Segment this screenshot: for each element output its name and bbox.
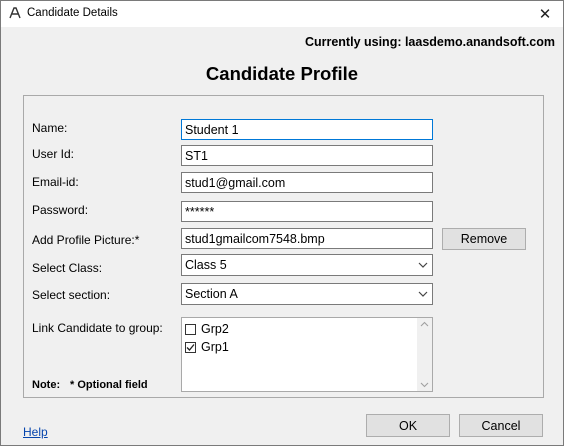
title-bar: Candidate Details ✕ (1, 1, 563, 27)
list-item[interactable]: Grp2 (185, 320, 229, 338)
userid-label: User Id: (32, 147, 75, 161)
checkbox-grp1[interactable] (185, 341, 196, 353)
ok-button[interactable]: OK (366, 414, 450, 437)
name-field[interactable]: Student 1 (181, 119, 433, 140)
help-link[interactable]: Help (23, 425, 48, 439)
class-label: Select Class: (32, 261, 103, 275)
group-label-grp1: Grp1 (201, 340, 229, 354)
class-select[interactable]: Class 5 (181, 254, 433, 276)
chevron-down-icon (416, 257, 430, 273)
password-label: Password: (32, 203, 89, 217)
password-field[interactable]: ****** (181, 201, 433, 222)
app-logo-icon (9, 7, 21, 19)
group-label-grp2: Grp2 (201, 322, 229, 336)
page-title: Candidate Profile (205, 63, 359, 84)
group-list[interactable]: Grp2 Grp1 (181, 317, 433, 392)
section-select-value: Section A (185, 287, 238, 301)
optional-field-note: * Optional field (70, 379, 148, 391)
profile-picture-label: Add Profile Picture:* (32, 233, 140, 247)
note-label: Note: (32, 379, 61, 391)
chevron-down-icon (416, 286, 430, 302)
remove-button[interactable]: Remove (442, 228, 526, 250)
current-server-label: Currently using: laasdemo.anandsoft.com (304, 35, 555, 49)
cancel-button[interactable]: Cancel (459, 414, 543, 437)
section-label: Select section: (32, 288, 111, 302)
group-label: Link Candidate to group: (32, 321, 163, 335)
close-button[interactable]: ✕ (527, 1, 563, 27)
class-select-value: Class 5 (185, 258, 227, 272)
userid-field[interactable]: ST1 (181, 145, 433, 166)
list-item[interactable]: Grp1 (185, 338, 229, 356)
close-icon: ✕ (538, 6, 552, 23)
checkbox-grp2[interactable] (185, 323, 196, 335)
checkmark-icon (186, 343, 195, 351)
name-label: Name: (32, 121, 68, 135)
group-list-scrollbar[interactable] (417, 318, 432, 391)
section-select[interactable]: Section A (181, 283, 433, 305)
email-label: Email-id: (32, 175, 79, 189)
window-title: Candidate Details (27, 7, 118, 19)
profile-picture-field[interactable]: stud1gmailcom7548.bmp (181, 228, 433, 249)
candidate-details-window: Candidate Details ✕ Currently using: laa… (0, 0, 564, 446)
email-field[interactable]: stud1@gmail.com (181, 172, 433, 193)
